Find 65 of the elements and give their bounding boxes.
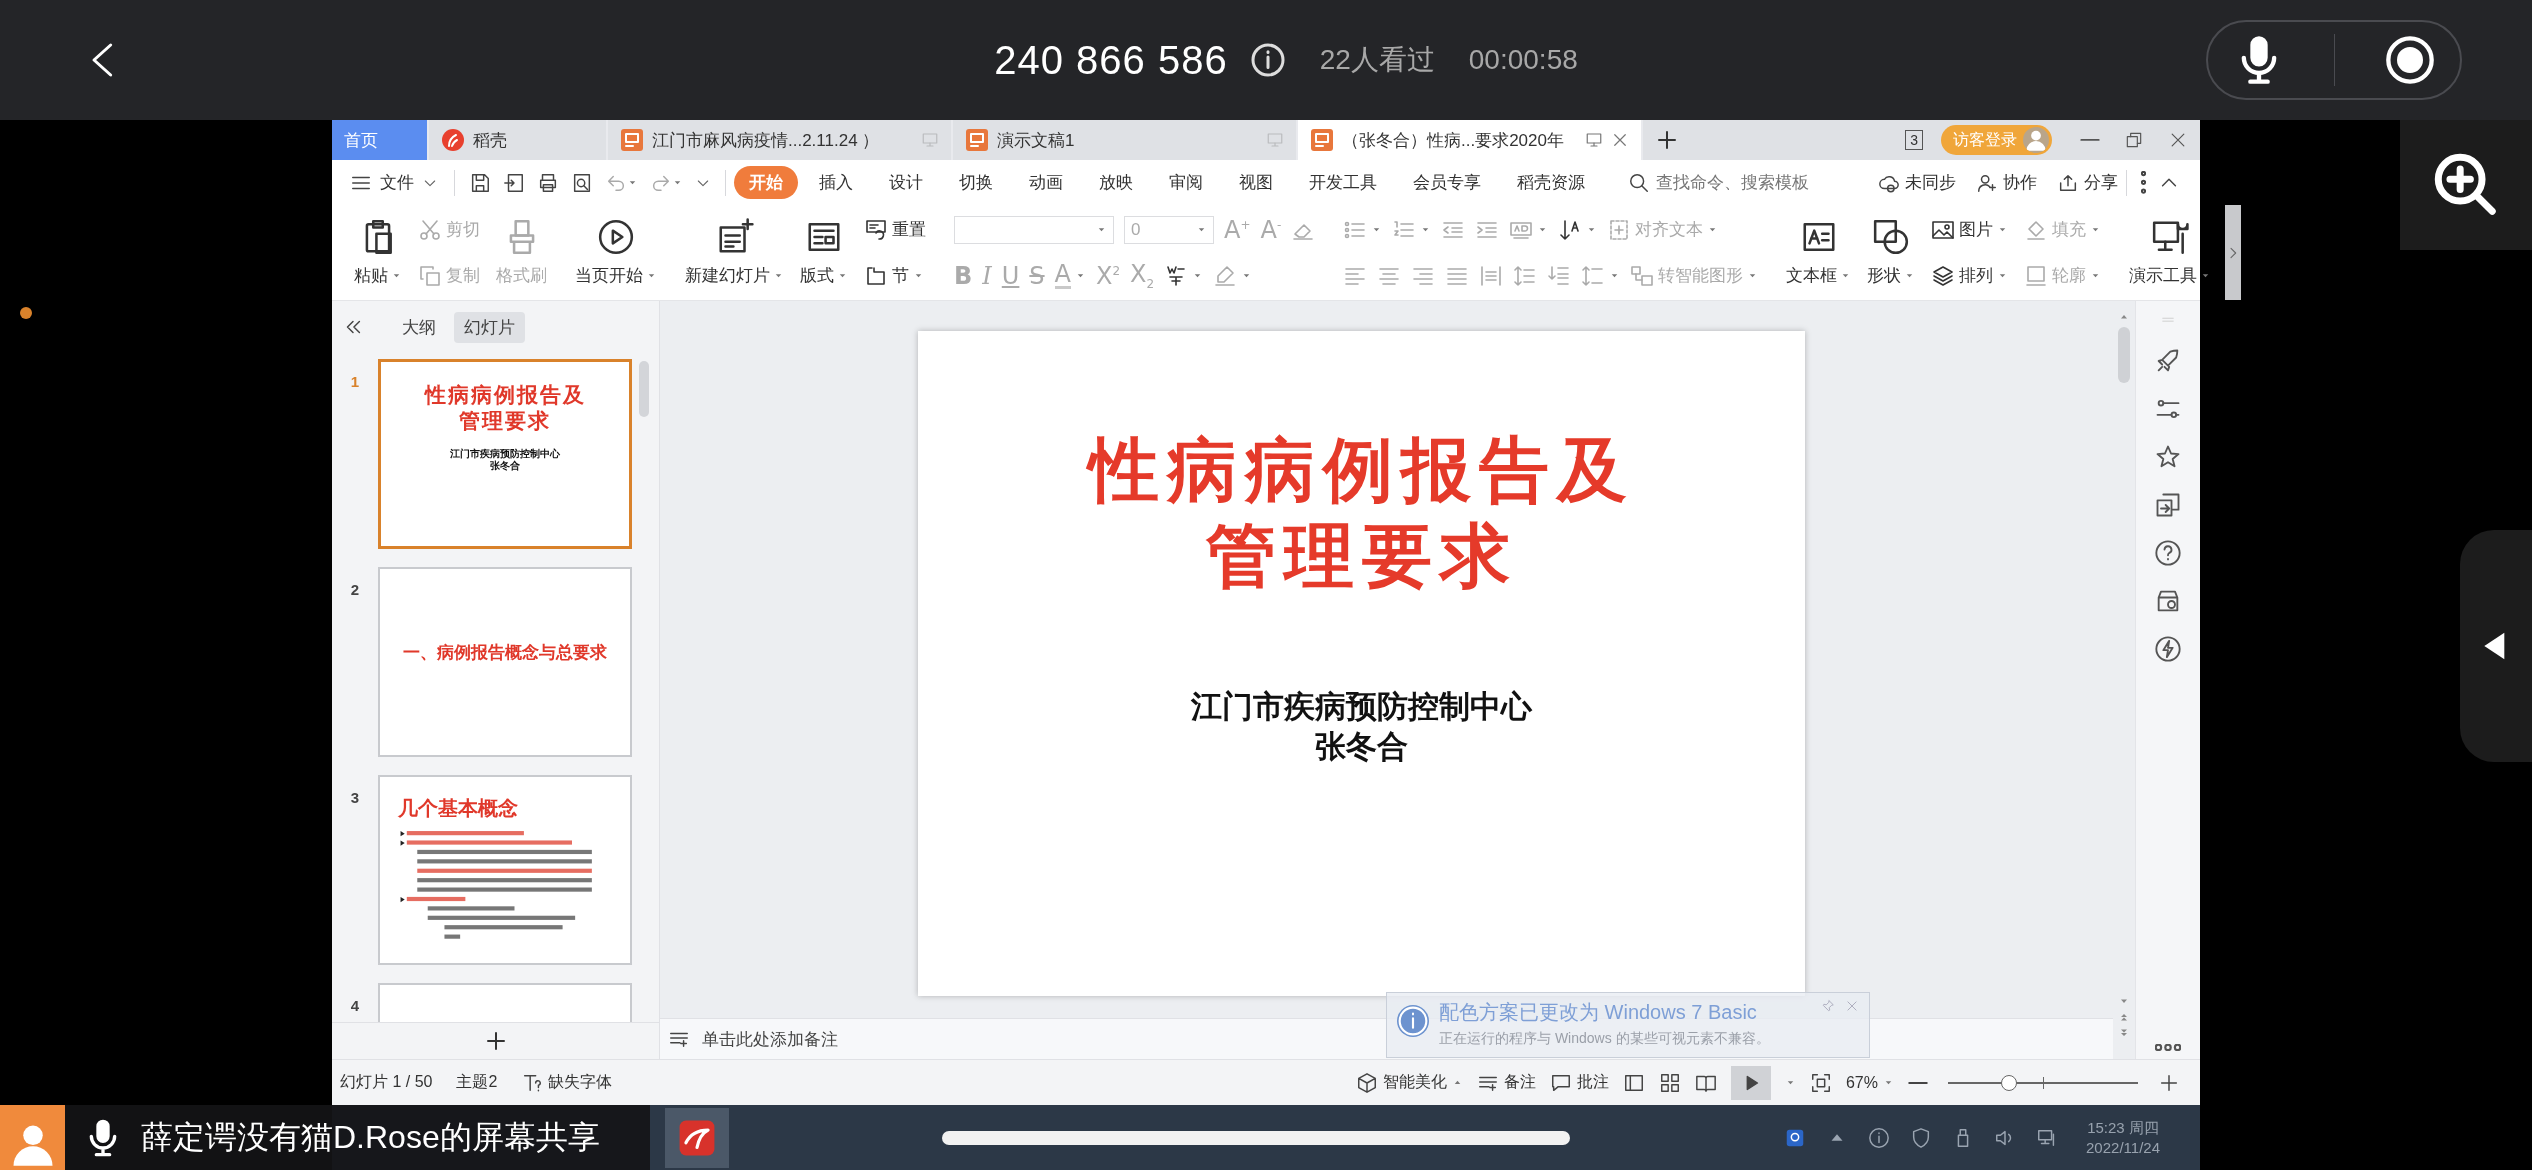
slide-thumbnail[interactable]: 几个基本概念 (378, 775, 632, 965)
window-count[interactable]: 3 (1905, 130, 1923, 150)
ribbon-tab[interactable]: 动画 (1014, 166, 1078, 199)
share-button[interactable]: 分享 (2057, 171, 2118, 194)
slide-title: 管理要求 (1205, 513, 1518, 599)
panel-tab[interactable]: 幻灯片 (454, 311, 525, 343)
slide-number: 3 (349, 788, 361, 806)
share-label: 薛定谔没有猫D.Rose的屏幕共享 (141, 1117, 600, 1157)
document-tab[interactable]: （张冬合）性病...要求2020年 (1298, 120, 1643, 160)
slide-number: 1 (349, 372, 361, 390)
shape-button[interactable]: 形状 (1867, 218, 1916, 287)
clock-time: 15:23 周四 (2087, 1117, 2159, 1138)
notes-button[interactable]: 备注 (1476, 1071, 1536, 1094)
elapsed-time: 00:00:58 (1468, 44, 1578, 76)
zoom-level-button[interactable]: 67% (1845, 1073, 1894, 1092)
ribbon-tab[interactable]: 审阅 (1154, 166, 1218, 199)
theme-name: 主题2 (456, 1072, 498, 1092)
text-box-button[interactable]: 文本框 (1786, 218, 1852, 287)
layout-button[interactable]: 版式 (800, 218, 848, 287)
start-slideshow-button[interactable]: 当页开始 (575, 218, 657, 287)
slide-subtitle: 江门市疾病预防控制中心 (450, 448, 560, 460)
meeting-id: 240 866 586 (994, 37, 1228, 83)
beautify-button[interactable]: 智能美化 (1355, 1071, 1463, 1094)
slide-subtitle: 张冬合 (490, 460, 520, 472)
notes-placeholder[interactable]: 单击此处添加备注 (702, 1027, 838, 1051)
slide-title: 性病病例报告及 (424, 382, 586, 408)
slide-title: 性病病例报告及 (1088, 427, 1635, 513)
search-field[interactable]: 查找命令、搜索模板 (1628, 171, 1858, 194)
file-menu[interactable]: 文件 (342, 171, 446, 194)
document-tab[interactable]: 江门市麻风病疫情...2.11.24 ） (608, 120, 953, 160)
ribbon-tab[interactable]: 切换 (944, 166, 1008, 199)
ribbon-tab[interactable]: 设计 (874, 166, 938, 199)
docer-tab[interactable]: 稻壳 (429, 120, 608, 160)
slide-number: 4 (349, 996, 361, 1014)
slide-position: 幻灯片 1 / 50 (340, 1072, 433, 1092)
clock-date: 2022/11/24 (2086, 1137, 2160, 1158)
ribbon-tab[interactable]: 会员专享 (1398, 166, 1496, 199)
reset-button[interactable]: 重置 (864, 217, 926, 242)
slide-subtitle: 张冬合 (1315, 728, 1408, 766)
ribbon-tab[interactable]: 视图 (1224, 166, 1288, 199)
slide-number: 2 (349, 580, 361, 598)
collaborate-button[interactable]: 协作 (1976, 171, 2037, 194)
slide-title: 几个基本概念 (398, 796, 518, 821)
arrange-button[interactable]: 排列 (1931, 263, 2009, 288)
notification-message: 正在运行的程序与 Windows 的某些可视元素不兼容。 (1439, 1030, 1771, 1048)
new-slide-button[interactable]: 新建幻灯片 (685, 218, 784, 287)
section-button[interactable]: 节 (864, 263, 924, 288)
notification-title: 配色方案已更改为 Windows 7 Basic (1439, 1000, 1758, 1025)
ribbon-tab[interactable]: 插入 (804, 166, 868, 199)
presentation-tools-button[interactable]: 演示工具 (2129, 218, 2212, 287)
viewer-count: 22人看过 (1319, 43, 1435, 77)
panel-tab[interactable]: 大纲 (392, 311, 446, 343)
ribbon-tab[interactable]: 放映 (1084, 166, 1148, 199)
slide-title: 一、病例报告概念与总要求 (403, 641, 607, 664)
comments-button[interactable]: 批注 (1549, 1071, 1609, 1094)
paste-button[interactable]: 粘贴 (354, 218, 402, 287)
ribbon-tab[interactable]: 稻壳资源 (1502, 166, 1600, 199)
slide-title: 管理要求 (459, 408, 551, 434)
slide-thumbnail[interactable]: 一、病例报告概念与总要求 (378, 567, 632, 757)
missing-fonts-button[interactable]: 缺失字体 (521, 1071, 613, 1094)
picture-button[interactable]: 图片 (1931, 217, 2009, 242)
slide-thumbnail[interactable]: 性病病例报告及 管理要求 江门市疾病预防控制中心 张冬合 (378, 359, 632, 549)
sync-button[interactable]: 未同步 (1878, 171, 1956, 194)
slide-subtitle: 江门市疾病预防控制中心 (1191, 688, 1532, 726)
ribbon-tab[interactable]: 开发工具 (1294, 166, 1392, 199)
